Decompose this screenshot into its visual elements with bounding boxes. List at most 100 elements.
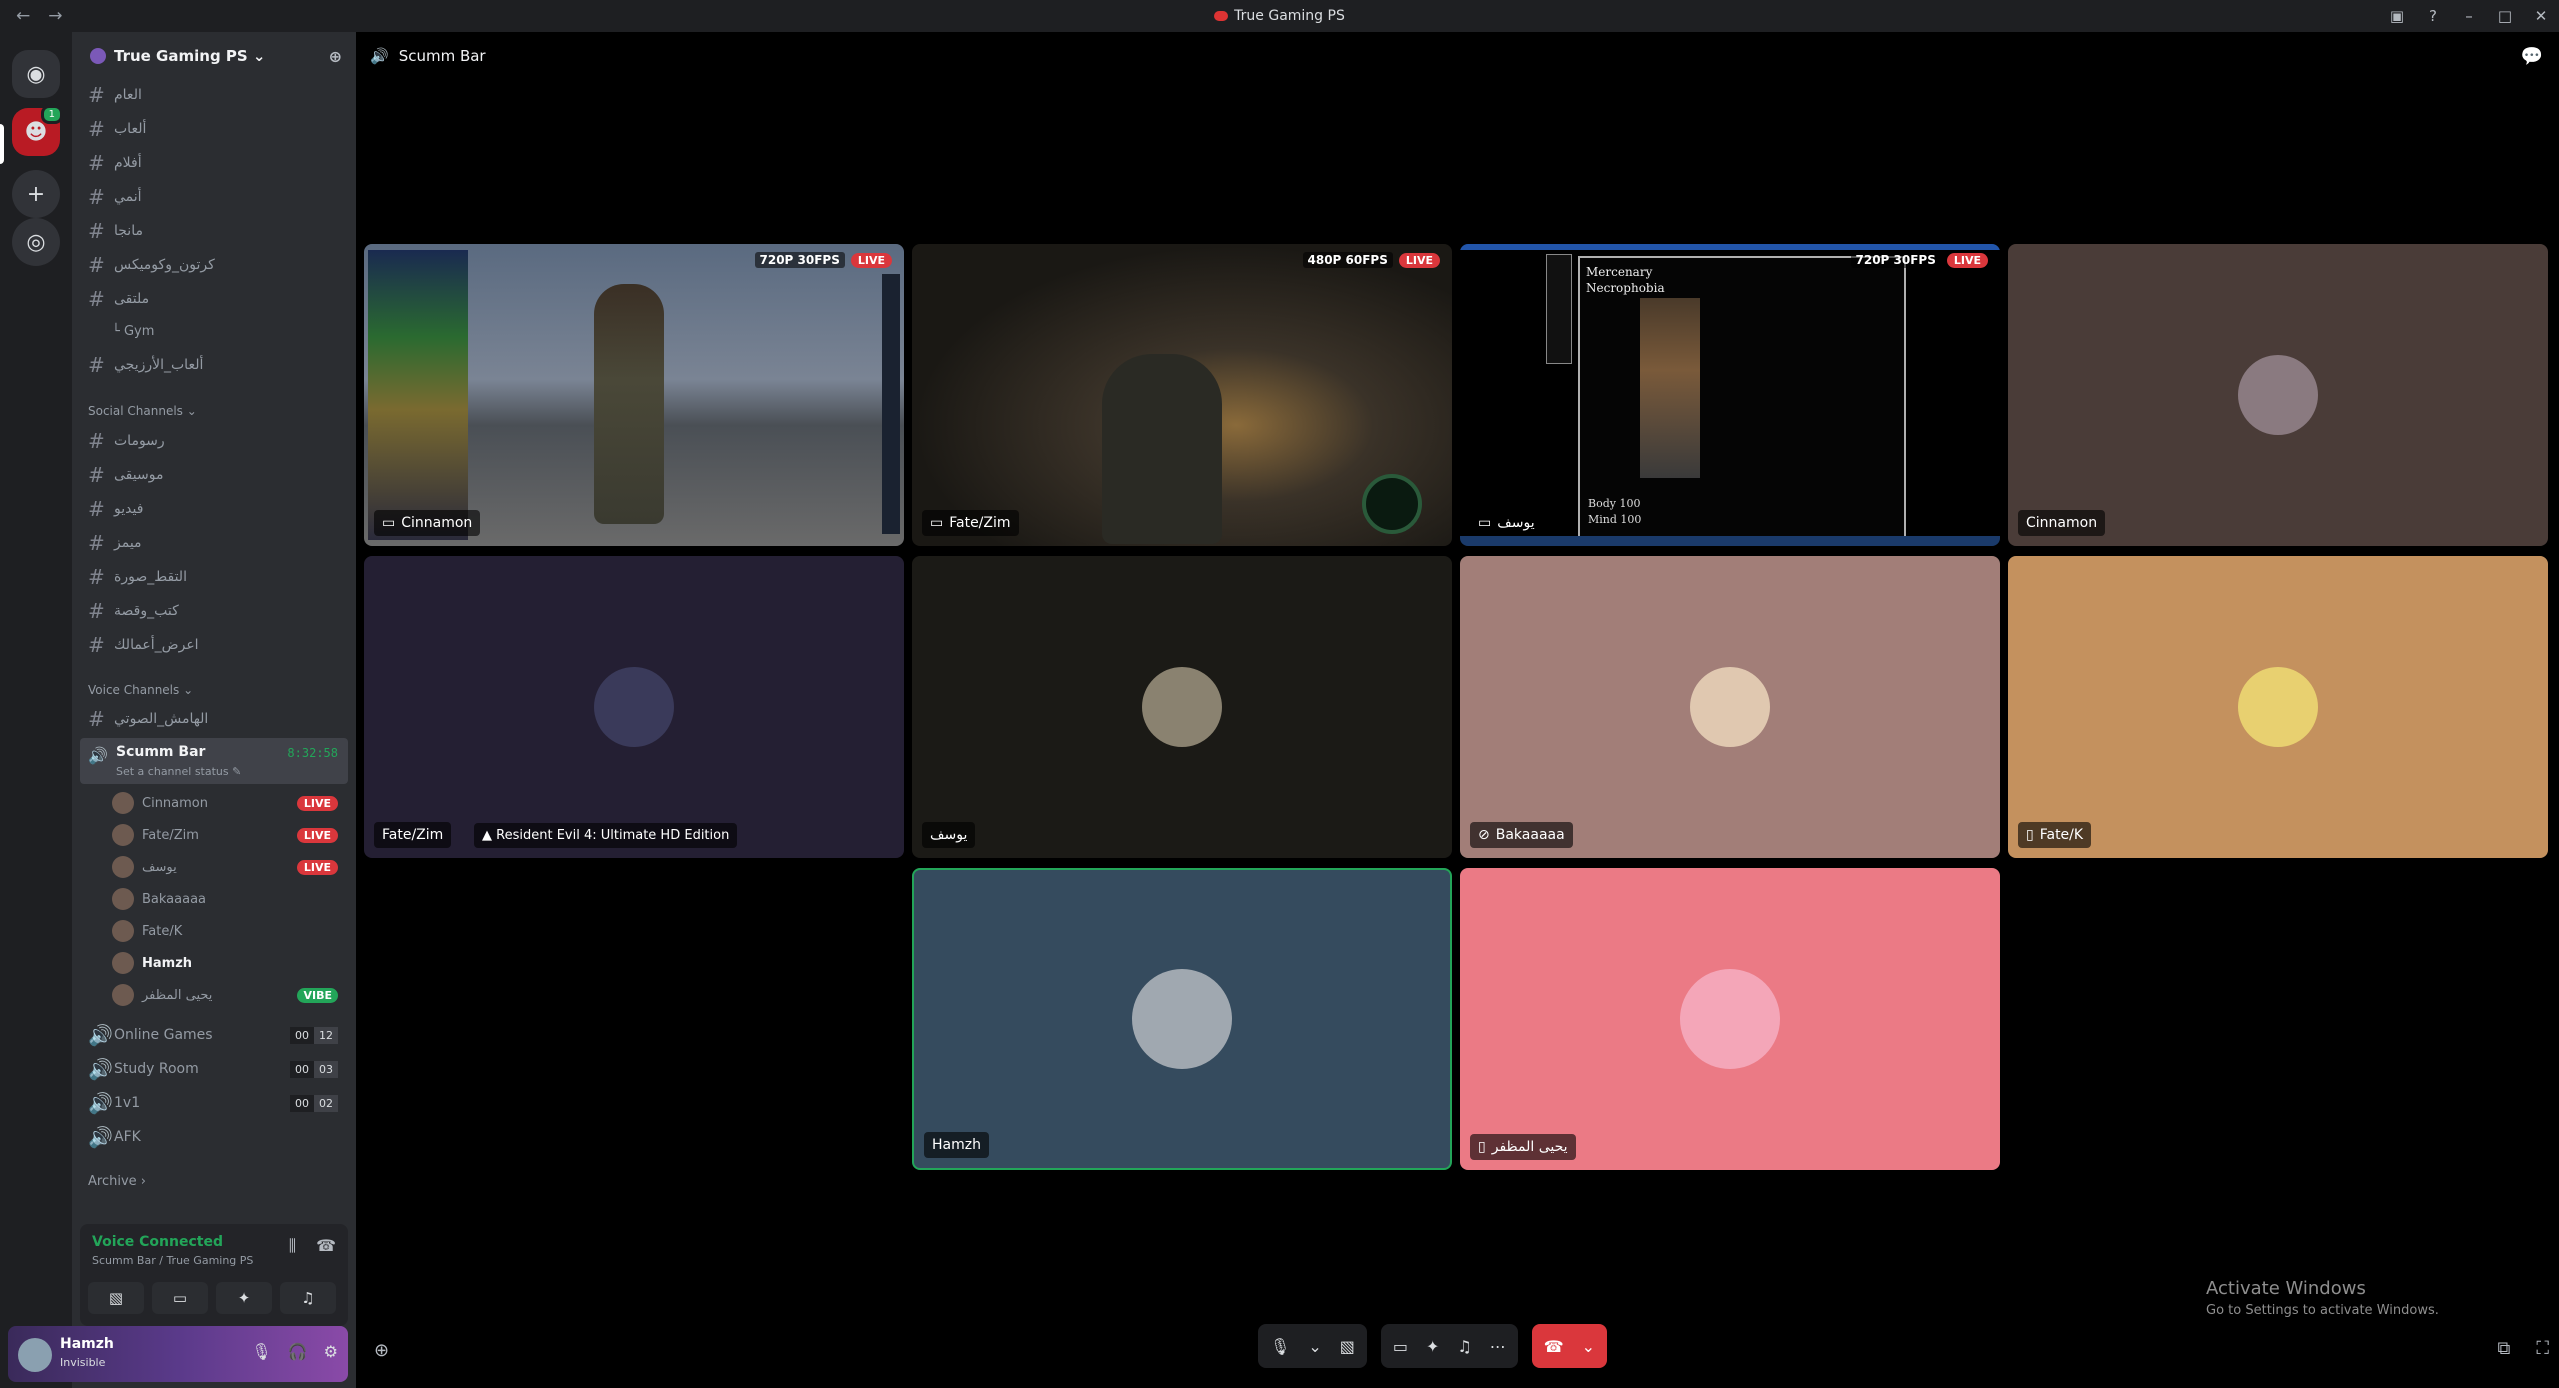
- call-controls: 🎙 ⌄ ▧ ▭ ✦ ♫ ⋯ ☎ ⌄: [1258, 1324, 1608, 1368]
- tile-label: ▯ يحيى المظفر: [1470, 1134, 1576, 1160]
- mic-icon[interactable]: 🎙: [251, 1342, 271, 1361]
- forward-button[interactable]: →: [48, 6, 62, 26]
- text-channel[interactable]: # ألعاب_الأرزيجي: [80, 350, 348, 380]
- game-text: Mercenary: [1586, 265, 1653, 279]
- settings-gear-icon[interactable]: ⚙: [324, 1342, 338, 1361]
- text-channel[interactable]: # فيديو: [80, 494, 348, 524]
- vibe-badge: VIBE: [297, 987, 338, 1003]
- text-channel[interactable]: # موسيقى: [80, 460, 348, 490]
- screen-share-icon[interactable]: ▭: [1393, 1337, 1408, 1356]
- voice-channel[interactable]: 🔊 Online Games 00 12: [80, 1020, 348, 1050]
- voice-member[interactable]: Fate/K: [112, 916, 348, 946]
- noise-suppression-icon[interactable]: ⫼: [289, 1236, 296, 1256]
- activities-button[interactable]: ✦: [216, 1282, 272, 1314]
- inbox-icon[interactable]: ▣: [2379, 7, 2415, 25]
- minimize-button[interactable]: –: [2451, 7, 2487, 25]
- thread-gym[interactable]: └ Gym: [112, 324, 154, 339]
- category-voice[interactable]: Voice Channels ⌄: [88, 683, 193, 697]
- text-channel[interactable]: # ألعاب: [80, 114, 348, 144]
- tile-label: Hamzh: [924, 1132, 989, 1158]
- text-channel[interactable]: # ملتقى: [80, 284, 348, 314]
- stream-preview: [364, 244, 904, 546]
- user-panel: Hamzh Invisible 🎙 🎧 ⚙: [8, 1326, 348, 1382]
- voice-member[interactable]: Fate/Zim LIVE: [112, 820, 348, 850]
- back-button[interactable]: ←: [16, 6, 30, 26]
- invite-icon[interactable]: ⊕: [329, 47, 342, 66]
- voice-member[interactable]: يوسف LIVE: [112, 852, 348, 882]
- category-social[interactable]: Social Channels ⌄: [88, 404, 197, 418]
- explore-icon[interactable]: ◎: [12, 218, 60, 266]
- invite-user-icon[interactable]: ⊕: [374, 1340, 389, 1361]
- voice-member[interactable]: Hamzh: [112, 948, 348, 978]
- voice-channel[interactable]: 🔊 AFK: [80, 1122, 348, 1152]
- participant-tile-fate-k[interactable]: ▯ Fate/K: [2008, 556, 2548, 858]
- participant-tile-fate-zim[interactable]: Fate/Zim ▲ Resident Evil 4: Ultimate HD …: [364, 556, 904, 858]
- stream-tile-yousef[interactable]: Mercenary Necrophobia Body 100 Mind 100 72…: [1460, 244, 2000, 546]
- stream-tile-cinnamon[interactable]: 720P 30FPS LIVE ▭ Cinnamon: [364, 244, 904, 546]
- archive-category[interactable]: Archive ›: [88, 1174, 146, 1189]
- voice-channel[interactable]: 🔊 1v1 00 02: [80, 1088, 348, 1118]
- soundboard-icon[interactable]: ♫: [1457, 1337, 1471, 1356]
- participant-tile-cinnamon[interactable]: Cinnamon: [2008, 244, 2548, 546]
- hash-icon: #: [88, 497, 105, 521]
- fullscreen-icon[interactable]: ⛶: [2536, 1338, 2549, 1359]
- help-icon[interactable]: ?: [2415, 7, 2451, 25]
- disconnect-icon[interactable]: ☎: [1544, 1337, 1564, 1356]
- participant-tile-hamzh[interactable]: Hamzh: [912, 868, 1452, 1170]
- participant-tile-bakaaaaa[interactable]: ⊘ Bakaaaaa: [1460, 556, 2000, 858]
- disconnect-icon[interactable]: ☎: [316, 1236, 336, 1256]
- speaker-icon: 🔊: [370, 47, 389, 65]
- text-channel[interactable]: # ميمز: [80, 528, 348, 558]
- more-icon[interactable]: ⋯: [1490, 1337, 1506, 1356]
- channel-status[interactable]: Set a channel status ✎: [116, 765, 241, 778]
- activities-icon[interactable]: ✦: [1426, 1337, 1439, 1356]
- screen-share-button[interactable]: ▭: [152, 1282, 208, 1314]
- participant-tile-yousef[interactable]: يوسف: [912, 556, 1452, 858]
- avatar[interactable]: [18, 1338, 52, 1372]
- voice-channel-scumm-bar[interactable]: 🔊 Scumm Bar Set a channel status ✎ 8:32:…: [80, 738, 348, 784]
- voice-channel[interactable]: 🔊 Study Room 00 03: [80, 1054, 348, 1084]
- text-channel[interactable]: # مانجا: [80, 216, 348, 246]
- text-channel[interactable]: # اعرض_أعمالك: [80, 630, 348, 660]
- mic-icon[interactable]: 🎙: [1270, 1337, 1290, 1356]
- live-badge: LIVE: [850, 252, 892, 268]
- chevron-down-icon[interactable]: ⌄: [1308, 1337, 1321, 1356]
- text-channel[interactable]: # رسومات: [80, 426, 348, 456]
- speaker-icon: 🔊: [88, 1125, 113, 1149]
- text-channel[interactable]: # أفلام: [80, 148, 348, 178]
- popout-icon[interactable]: ⧉: [2498, 1338, 2511, 1359]
- chevron-down-icon[interactable]: ⌄: [1582, 1337, 1595, 1356]
- channel-header: 🔊 Scumm Bar 💬: [356, 32, 2559, 80]
- soundboard-button[interactable]: ♫: [280, 1282, 336, 1314]
- add-server-button[interactable]: +: [12, 170, 60, 218]
- voice-member[interactable]: Bakaaaaa: [112, 884, 348, 914]
- voice-member[interactable]: Cinnamon LIVE: [112, 788, 348, 818]
- stream-tile-fate-zim[interactable]: 480P 60FPS LIVE ▭ Fate/Zim: [912, 244, 1452, 546]
- avatar: [1132, 969, 1232, 1069]
- live-badge: LIVE: [1398, 252, 1440, 268]
- text-channel[interactable]: # العام: [80, 80, 348, 110]
- speaker-icon: 🔊: [88, 1023, 113, 1047]
- participant-tile-yahya[interactable]: ▯ يحيى المظفر: [1460, 868, 2000, 1170]
- camera-off-icon[interactable]: ▧: [1340, 1337, 1355, 1356]
- server-true-gaming[interactable]: ☻ 1: [12, 105, 63, 156]
- camera-off-button[interactable]: ▧: [88, 1282, 144, 1314]
- text-channel[interactable]: # كرتون_وكوميكس: [80, 250, 348, 280]
- home-button[interactable]: ◉: [12, 50, 60, 98]
- voice-status[interactable]: Voice Connected: [92, 1234, 223, 1250]
- text-channel[interactable]: # أنمي: [80, 182, 348, 212]
- close-button[interactable]: ✕: [2523, 7, 2559, 25]
- avatar: [112, 792, 134, 814]
- stream-quality: 480P 60FPS: [1302, 252, 1393, 268]
- voice-channel-name: Scumm Bar: [116, 744, 206, 760]
- maximize-button[interactable]: □: [2487, 7, 2523, 25]
- avatar: [112, 824, 134, 846]
- text-channel[interactable]: # كتب_وقصة: [80, 596, 348, 626]
- text-channel[interactable]: # التقط_صورة: [80, 562, 348, 592]
- chat-icon[interactable]: 💬: [2521, 46, 2543, 67]
- voice-text-channel[interactable]: # الهامش_الصوتي: [80, 704, 348, 734]
- headphones-icon[interactable]: 🎧: [288, 1342, 308, 1361]
- live-badge: LIVE: [296, 859, 338, 875]
- server-header[interactable]: True Gaming PS ⌄ ⊕: [72, 32, 356, 80]
- voice-member[interactable]: يحيى المظفر VIBE: [112, 980, 348, 1010]
